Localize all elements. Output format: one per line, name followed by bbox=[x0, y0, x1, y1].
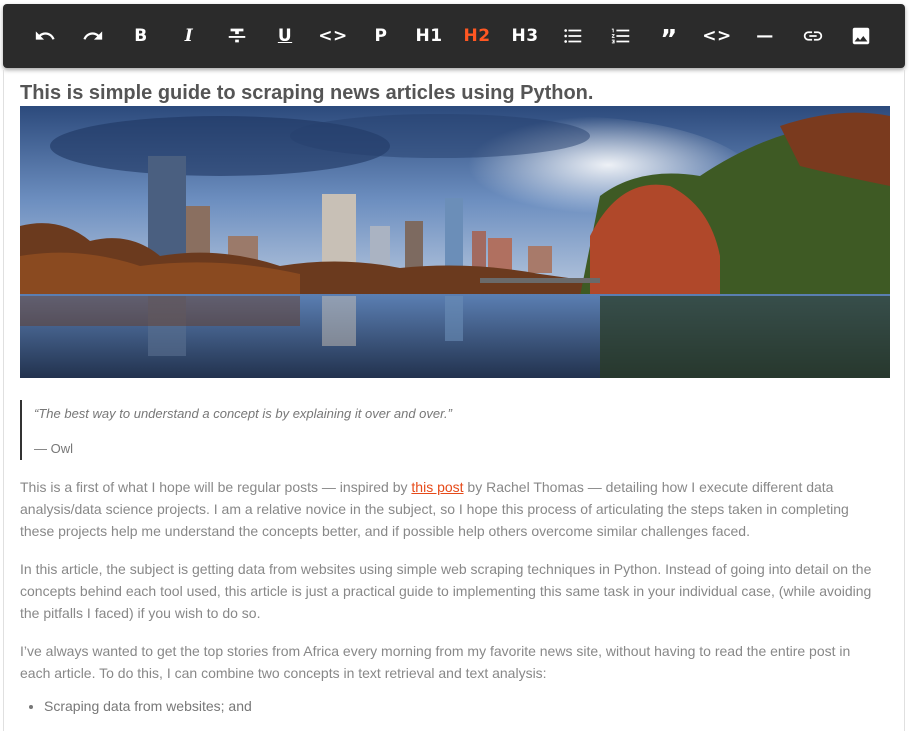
paragraph-subject: In this article, the subject is getting … bbox=[20, 561, 872, 621]
code-block-label: <> bbox=[702, 26, 732, 46]
blockquote-button[interactable]: ” bbox=[645, 12, 693, 60]
editor-toolbar: B I U <> P H1 H2 H3 ” <> — bbox=[3, 4, 905, 68]
ordered-list-icon bbox=[611, 28, 630, 44]
quote-text: “The best way to understand a concept is… bbox=[34, 406, 452, 421]
italic-label: I bbox=[184, 26, 194, 46]
inline-code-button[interactable]: <> bbox=[309, 12, 357, 60]
bold-button[interactable]: B bbox=[117, 12, 165, 60]
paragraph-label: P bbox=[374, 26, 388, 46]
inline-code-label: <> bbox=[318, 26, 348, 46]
quote-author: — Owl bbox=[34, 441, 73, 456]
paragraph-button[interactable]: P bbox=[357, 12, 405, 60]
heading3-button[interactable]: H3 bbox=[501, 12, 549, 60]
horizontal-rule-button[interactable]: — bbox=[741, 12, 789, 60]
undo-button[interactable] bbox=[21, 12, 69, 60]
paragraph-intro: This is a first of what I hope will be r… bbox=[20, 476, 880, 542]
article-title: This is simple guide to scraping news ar… bbox=[20, 82, 594, 104]
bullet-list-button[interactable] bbox=[549, 12, 597, 60]
heading3-label: H3 bbox=[511, 26, 539, 46]
paragraph-intro-start: This is a first of what I hope will be r… bbox=[20, 479, 412, 495]
underline-label: U bbox=[277, 26, 293, 46]
heading1-label: H1 bbox=[415, 26, 443, 46]
code-block-button[interactable]: <> bbox=[693, 12, 741, 60]
horizontal-rule-label: — bbox=[756, 26, 774, 46]
strikethrough-icon bbox=[228, 28, 246, 43]
redo-icon bbox=[83, 31, 103, 40]
underline-button[interactable]: U bbox=[261, 12, 309, 60]
editor-content[interactable]: This is simple guide to scraping news ar… bbox=[3, 70, 905, 731]
italic-button[interactable]: I bbox=[165, 12, 213, 60]
blockquote: “The best way to understand a concept is… bbox=[20, 400, 452, 460]
link-button[interactable] bbox=[789, 12, 837, 60]
bullet-list: Scraping data from websites; and bbox=[20, 698, 252, 714]
heading2-button[interactable]: H2 bbox=[453, 12, 501, 60]
image-icon bbox=[852, 27, 870, 45]
paragraph-goal: I’ve always wanted to get the top storie… bbox=[20, 643, 851, 681]
image-button[interactable] bbox=[837, 12, 885, 60]
strikethrough-button[interactable] bbox=[213, 12, 261, 60]
heading2-label: H2 bbox=[463, 26, 491, 46]
this-post-link[interactable]: this post bbox=[411, 479, 463, 495]
bullet-list-icon bbox=[564, 29, 582, 43]
bold-label: B bbox=[134, 26, 148, 46]
list-item: Scraping data from websites; and bbox=[44, 698, 252, 714]
city-skyline-picture bbox=[20, 106, 890, 378]
undo-icon bbox=[35, 31, 55, 40]
redo-button[interactable] bbox=[69, 12, 117, 60]
hero-image[interactable] bbox=[20, 106, 890, 378]
blockquote-label: ” bbox=[660, 25, 678, 55]
heading1-button[interactable]: H1 bbox=[405, 12, 453, 60]
link-icon bbox=[803, 31, 823, 41]
ordered-list-button[interactable] bbox=[597, 12, 645, 60]
